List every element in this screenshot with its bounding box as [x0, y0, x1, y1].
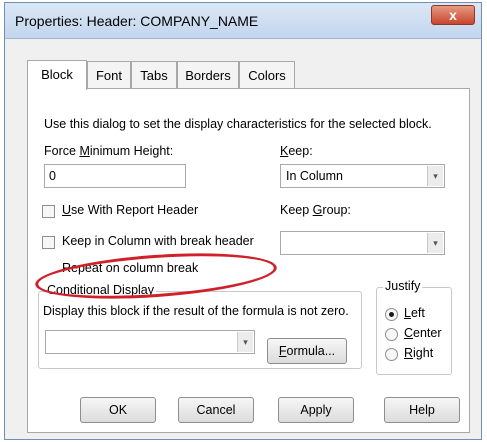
force-min-height-label: Force Minimum Height: — [44, 144, 174, 158]
chevron-down-icon: ▾ — [237, 332, 253, 352]
conditional-display-description: Display this block if the result of the … — [43, 304, 349, 318]
use-with-report-header-checkbox[interactable] — [42, 205, 55, 218]
justify-right-radio[interactable] — [385, 348, 398, 361]
justify-center-label: Center — [404, 326, 442, 340]
apply-button[interactable]: Apply — [278, 397, 354, 423]
close-button[interactable]: x — [431, 5, 475, 25]
formula-button[interactable]: Formula... — [267, 338, 347, 364]
chevron-down-icon: ▾ — [427, 166, 443, 186]
ok-button[interactable]: OK — [80, 397, 156, 423]
keep-group-label: Keep Group: — [280, 203, 351, 217]
keep-group-select[interactable]: ▾ — [280, 231, 445, 255]
keep-in-column-label: Keep in Column with break header — [62, 234, 254, 248]
cancel-button[interactable]: Cancel — [178, 397, 254, 423]
justify-right-label: Right — [404, 346, 434, 360]
tab-tabs[interactable]: Tabs — [131, 61, 177, 89]
force-min-height-input[interactable]: 0 — [44, 164, 186, 188]
justify-left-radio[interactable] — [385, 308, 398, 321]
panel-description: Use this dialog to set the display chara… — [44, 117, 432, 131]
keep-label: Keep: — [280, 144, 313, 158]
justify-left-label: Left — [404, 306, 425, 320]
properties-dialog: Properties: Header: COMPANY_NAME x Block… — [4, 2, 482, 440]
tab-colors[interactable]: Colors — [239, 61, 295, 89]
title-bar[interactable]: Properties: Header: COMPANY_NAME x — [5, 3, 481, 39]
tab-font[interactable]: Font — [87, 61, 131, 89]
window-title: Properties: Header: COMPANY_NAME — [15, 13, 259, 29]
keep-in-column-checkbox[interactable] — [42, 236, 55, 249]
chevron-down-icon: ▾ — [427, 233, 443, 253]
justify-center-radio[interactable] — [385, 328, 398, 341]
justify-label: Justify — [383, 279, 423, 293]
conditional-display-group: Conditional Display Display this block i… — [38, 283, 362, 369]
formula-select[interactable]: ▾ — [45, 330, 255, 354]
keep-select[interactable]: In Column ▾ — [280, 164, 445, 188]
tab-borders[interactable]: Borders — [177, 61, 239, 89]
help-button[interactable]: Help — [384, 397, 460, 423]
use-with-report-header-label: Use With Report Header — [62, 203, 199, 217]
justify-group: Justify Left Center Right — [376, 279, 452, 375]
tab-block[interactable]: Block — [27, 60, 87, 90]
